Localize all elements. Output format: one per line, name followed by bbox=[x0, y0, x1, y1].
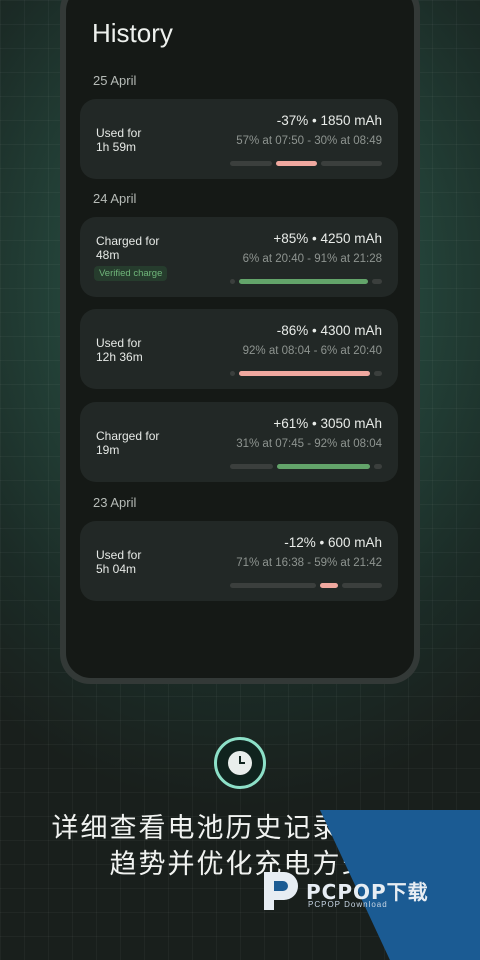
entry-duration: 1h 59m bbox=[96, 140, 137, 154]
watermark-subtitle: PCPOP Download bbox=[308, 900, 388, 909]
entry-summary: -86% • 4300 mAh bbox=[276, 323, 382, 338]
entry-range: 92% at 08:04 - 6% at 20:40 bbox=[242, 345, 382, 357]
history-card[interactable]: Used for 12h 36m -86% • 4300 mAh 92% at … bbox=[80, 309, 398, 389]
track-after bbox=[372, 279, 382, 284]
clock-face bbox=[228, 751, 252, 775]
history-card[interactable]: Charged for 48m Verified charge +85% • 4… bbox=[80, 217, 398, 297]
entry-kind: Used for bbox=[96, 126, 142, 140]
track-range bbox=[319, 583, 338, 588]
phone-frame: History 25 April Used for 1h 59m -37% • … bbox=[60, 0, 420, 684]
track-after bbox=[320, 161, 382, 166]
entry-range: 31% at 07:45 - 92% at 08:04 bbox=[236, 438, 382, 450]
track-before bbox=[230, 161, 272, 166]
entry-kind: Used for bbox=[96, 336, 142, 350]
date-header: 24 April bbox=[93, 191, 137, 206]
track-range bbox=[239, 371, 370, 376]
entry-summary: -12% • 600 mAh bbox=[284, 535, 382, 550]
battery-track bbox=[230, 279, 382, 284]
battery-track bbox=[230, 371, 382, 376]
battery-track bbox=[230, 464, 382, 469]
page-title: History bbox=[92, 18, 173, 48]
entry-duration: 12h 36m bbox=[96, 350, 143, 364]
pcpop-logo-icon bbox=[264, 872, 298, 910]
entry-summary: +85% • 4250 mAh bbox=[273, 231, 382, 246]
battery-track bbox=[230, 161, 382, 166]
clock-icon bbox=[214, 737, 266, 789]
track-before bbox=[230, 371, 236, 376]
track-range bbox=[239, 279, 369, 284]
track-range bbox=[277, 464, 370, 469]
date-header: 25 April bbox=[93, 73, 137, 88]
history-card[interactable]: Used for 1h 59m -37% • 1850 mAh 57% at 0… bbox=[80, 99, 398, 179]
entry-duration: 48m bbox=[96, 248, 120, 262]
track-before bbox=[230, 464, 274, 469]
track-range bbox=[275, 161, 317, 166]
entry-duration: 19m bbox=[96, 443, 120, 457]
clock-minute-hand bbox=[239, 762, 245, 764]
track-before bbox=[230, 279, 236, 284]
entry-summary: -37% • 1850 mAh bbox=[276, 113, 382, 128]
track-after bbox=[373, 464, 382, 469]
history-card[interactable]: Charged for 19m +61% • 3050 mAh 31% at 0… bbox=[80, 402, 398, 482]
history-card[interactable]: Used for 5h 04m -12% • 600 mAh 71% at 16… bbox=[80, 521, 398, 601]
entry-kind: Charged for bbox=[96, 429, 160, 443]
entry-range: 57% at 07:50 - 30% at 08:49 bbox=[236, 135, 382, 147]
entry-kind: Charged for bbox=[96, 234, 160, 248]
track-after bbox=[373, 371, 382, 376]
track-after bbox=[341, 583, 382, 588]
entry-summary: +61% • 3050 mAh bbox=[273, 416, 382, 431]
entry-kind: Used for bbox=[96, 548, 142, 562]
track-before bbox=[230, 583, 316, 588]
date-header: 23 April bbox=[93, 495, 137, 510]
phone-screen: History 25 April Used for 1h 59m -37% • … bbox=[66, 0, 414, 678]
entry-range: 71% at 16:38 - 59% at 21:42 bbox=[236, 557, 382, 569]
battery-track bbox=[230, 583, 382, 588]
entry-duration: 5h 04m bbox=[96, 562, 137, 576]
verified-charge-badge: Verified charge bbox=[94, 266, 168, 281]
entry-range: 6% at 20:40 - 91% at 21:28 bbox=[242, 253, 382, 265]
